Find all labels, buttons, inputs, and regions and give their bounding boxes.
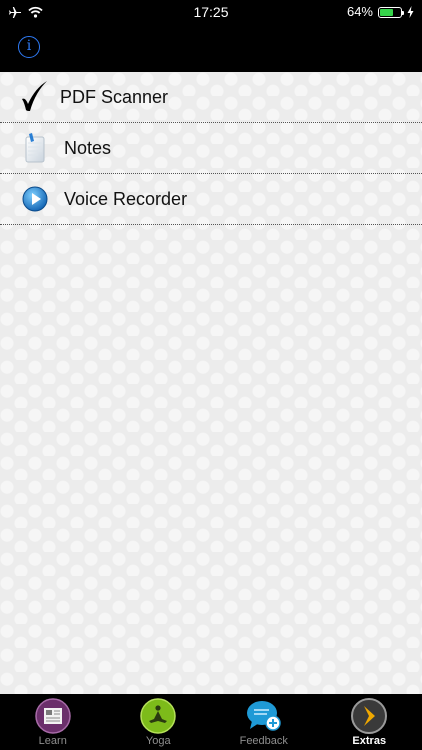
status-bar: 17:25 64% — [0, 0, 422, 24]
tab-extras[interactable]: Extras — [317, 694, 422, 750]
yoga-icon — [140, 698, 176, 734]
tab-label: Learn — [38, 735, 67, 747]
book-icon — [35, 698, 71, 734]
chevron-right-icon — [351, 698, 388, 734]
list-item-notes[interactable]: Notes — [0, 123, 422, 174]
list-item-label: Voice Recorder — [64, 189, 188, 209]
list-item-pdf-scanner[interactable]: PDF Scanner — [0, 72, 422, 123]
tab-yoga[interactable]: Yoga — [106, 694, 212, 750]
nav-bar: i — [0, 24, 422, 72]
tab-bar: Learn Yoga Feedback Extras — [0, 694, 422, 750]
play-icon — [22, 186, 48, 212]
status-right: 64% — [347, 4, 414, 20]
battery-icon — [378, 6, 404, 18]
charging-bolt-icon — [407, 6, 414, 18]
speech-bubble-plus-icon — [246, 701, 281, 731]
tab-label: Yoga — [145, 735, 171, 747]
tab-feedback[interactable]: Feedback — [211, 694, 317, 750]
battery-fill — [380, 8, 393, 16]
list-item-voice-recorder[interactable]: Voice Recorder — [0, 174, 422, 225]
battery-nub — [402, 10, 404, 15]
content-area: PDF Scanner Notes Voice Recorder — [0, 72, 422, 694]
list-item-label: PDF Scanner — [60, 87, 169, 107]
notes-icon — [25, 133, 45, 163]
list-item-label: Notes — [64, 138, 112, 158]
info-button[interactable]: i — [18, 36, 40, 58]
battery-percent: 64% — [346, 4, 373, 19]
tab-learn[interactable]: Learn — [0, 694, 106, 750]
tab-label: Extras — [352, 735, 387, 747]
tab-label: Feedback — [239, 735, 288, 747]
checkmark-icon — [22, 81, 47, 111]
